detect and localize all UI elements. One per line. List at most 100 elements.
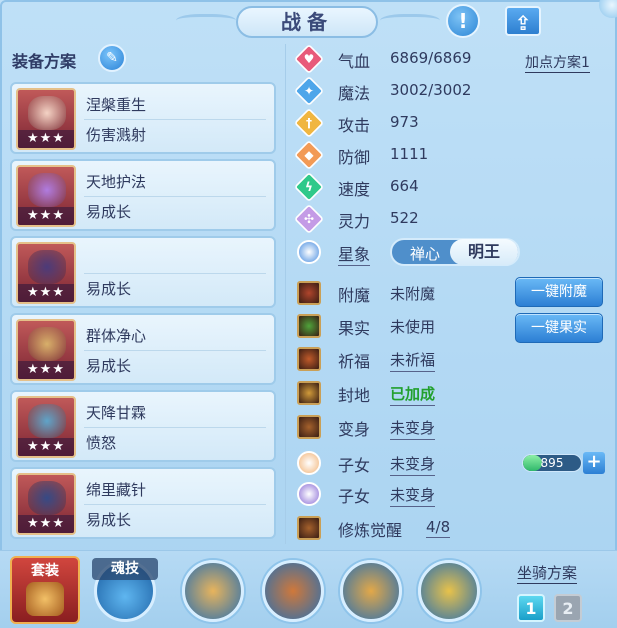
- stat-value: 3002/3002: [390, 81, 472, 99]
- equipment-skill-name: 涅槃重生: [86, 96, 147, 114]
- child-girl-icon: [297, 482, 321, 506]
- pray-icon: [297, 347, 321, 371]
- stat-value: 6869/6869: [390, 49, 472, 67]
- progress-value: 895: [540, 456, 564, 470]
- equipment-card[interactable]: ★★★ 天降甘霖愤怒: [10, 390, 276, 462]
- stat-label: 附魔: [338, 286, 371, 305]
- stat-label: 魔法: [338, 84, 371, 103]
- title-ornament-right: [380, 14, 440, 30]
- equipment-thumbnail: ★★★: [16, 88, 76, 150]
- equipment-skill-name: 绵里藏针: [86, 481, 147, 499]
- page-title: 战备: [236, 6, 378, 38]
- stat-label: 子女: [338, 487, 371, 506]
- toggle-option-mingwang[interactable]: 明王: [450, 239, 518, 265]
- star-sign-label[interactable]: 星象: [338, 241, 371, 266]
- soul-skill-label: 魂技: [92, 558, 158, 580]
- stat-label: 封地: [338, 386, 371, 405]
- equipment-effect: 愤怒: [86, 434, 117, 452]
- stat-value[interactable]: 未祈福: [390, 349, 436, 372]
- equipment-effect: 易成长: [86, 357, 132, 375]
- golden-skill-icon[interactable]: [418, 560, 480, 622]
- equipment-art-icon: [28, 250, 66, 284]
- equipment-art-icon: [28, 96, 66, 130]
- equipment-card[interactable]: ★★★ 易成长: [10, 236, 276, 308]
- warrior-skill-icon[interactable]: [340, 560, 402, 622]
- equipment-stars: ★★★: [18, 284, 74, 302]
- equipment-effect: 易成长: [86, 203, 132, 221]
- equipment-thumbnail: ★★★: [16, 396, 76, 458]
- equipment-skill-name: 天地护法: [86, 173, 147, 191]
- stat-value[interactable]: 未变身: [390, 417, 436, 440]
- one-click-fruit-button[interactable]: 一键果实: [515, 313, 603, 343]
- stat-value[interactable]: 未变身: [390, 484, 436, 507]
- divider: [84, 196, 266, 197]
- stat-label: 气血: [338, 52, 371, 71]
- star-sign-icon: [297, 240, 321, 264]
- suit-label: 套装: [31, 563, 59, 579]
- stat-glyph: ✦: [303, 84, 315, 98]
- scroll-skill-icon[interactable]: [262, 560, 324, 622]
- cultivation-icon: [297, 516, 321, 540]
- equipment-art-icon: [28, 327, 66, 361]
- child-boy-icon: [297, 451, 321, 475]
- equipment-card[interactable]: ★★★ 天地护法易成长: [10, 159, 276, 231]
- stat-label: 祈福: [338, 352, 371, 371]
- mount-plan-1-button[interactable]: 1: [517, 594, 545, 622]
- equipment-card[interactable]: ★★★ 群体净心易成长: [10, 313, 276, 385]
- equipment-skill-name: 天降甘霖: [86, 404, 147, 422]
- divider: [84, 504, 266, 505]
- stat-value: 664: [390, 177, 419, 195]
- divider: [84, 119, 266, 120]
- stat-value[interactable]: 4/8: [426, 518, 451, 538]
- fief-icon: [297, 381, 321, 405]
- stat-label: 攻击: [338, 116, 371, 135]
- equipment-thumbnail: ★★★: [16, 165, 76, 227]
- one-click-enchant-button[interactable]: 一键附魔: [515, 277, 603, 307]
- equipment-thumbnail: ★★★: [16, 242, 76, 304]
- transform-icon: [297, 415, 321, 439]
- equipment-stars: ★★★: [18, 361, 74, 379]
- plus-icon[interactable]: +: [583, 452, 605, 474]
- suit-button[interactable]: 套装: [10, 556, 80, 624]
- star-sign-toggle[interactable]: 禅心 明王: [390, 238, 520, 266]
- equipment-skill-name: 群体净心: [86, 327, 147, 345]
- attribute-plan-link[interactable]: 加点方案1: [525, 52, 590, 73]
- monk-skill-icon[interactable]: [182, 560, 244, 622]
- equipment-effect: 伤害溅射: [86, 126, 147, 144]
- mount-plan-title[interactable]: 坐骑方案: [517, 562, 578, 584]
- stat-value: 1111: [390, 145, 429, 163]
- mount-plan-2-button[interactable]: 2: [554, 594, 582, 622]
- stat-value[interactable]: 未变身: [390, 453, 436, 476]
- stat-value: 973: [390, 113, 419, 131]
- stat-value: 未附魔: [390, 285, 436, 303]
- stat-label: 子女: [338, 456, 371, 475]
- stat-label: 防御: [338, 148, 371, 167]
- stat-label: 速度: [338, 180, 371, 199]
- stat-value: 522: [390, 209, 419, 227]
- equipment-stars: ★★★: [18, 130, 74, 148]
- enchant-icon: [297, 281, 321, 305]
- stat-glyph: ϟ: [305, 180, 313, 194]
- divider: [84, 273, 266, 274]
- equipment-art-icon: [28, 404, 66, 438]
- share-icon[interactable]: ⇪: [505, 6, 541, 36]
- equipment-thumbnail: ★★★: [16, 319, 76, 381]
- equipment-stars: ★★★: [18, 515, 74, 533]
- equipment-effect: 易成长: [86, 280, 132, 298]
- stat-value[interactable]: 已加成: [390, 383, 436, 406]
- stat-value: 未使用: [390, 318, 436, 336]
- stat-label: 灵力: [338, 212, 371, 231]
- toggle-option-chanxin[interactable]: 禅心: [398, 243, 452, 264]
- stat-label: 果实: [338, 319, 371, 338]
- equipment-stars: ★★★: [18, 438, 74, 456]
- equipment-card[interactable]: ★★★ 绵里藏针 易成长: [10, 467, 276, 539]
- fruit-icon: [297, 314, 321, 338]
- equipment-stars: ★★★: [18, 207, 74, 225]
- stat-glyph: ♥: [303, 52, 315, 66]
- equipment-card[interactable]: ★★★ 涅槃重生伤害溅射: [10, 82, 276, 154]
- stat-glyph: †: [306, 116, 312, 130]
- stat-label: 修炼觉醒: [338, 521, 403, 540]
- exclamation-icon[interactable]: !: [446, 4, 480, 38]
- pencil-icon[interactable]: ✎: [98, 44, 126, 72]
- suit-chest-icon: [26, 582, 64, 616]
